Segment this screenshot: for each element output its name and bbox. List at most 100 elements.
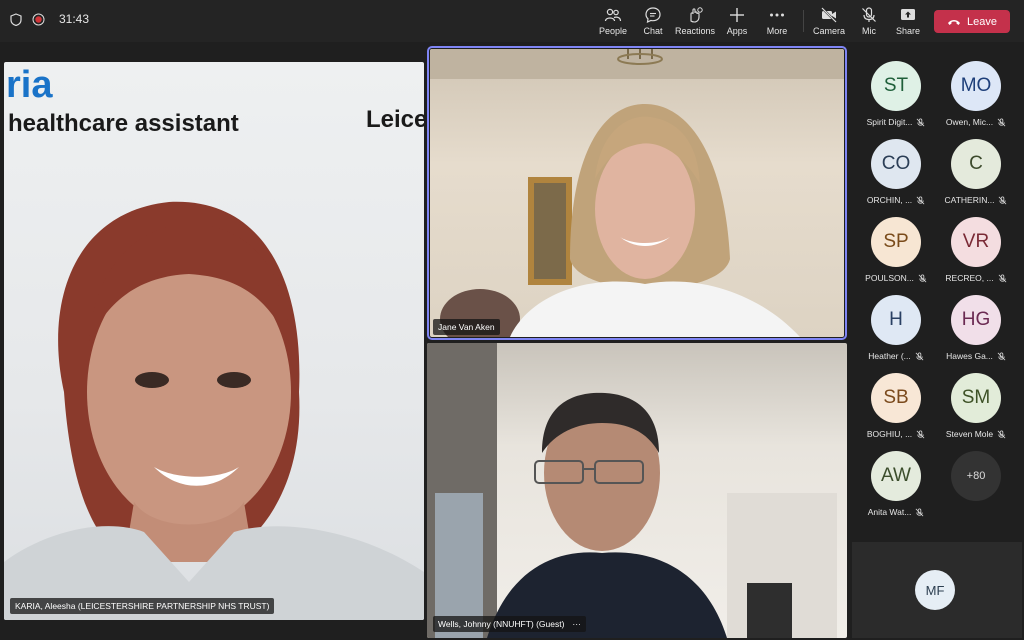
share-button[interactable]: Share	[886, 6, 930, 36]
avatar: C	[951, 139, 1001, 189]
participant-label-row: CATHERIN...	[945, 195, 1008, 205]
more-button[interactable]: More	[755, 6, 799, 36]
chat-button[interactable]: Chat	[631, 6, 675, 36]
participant-avatar-tile[interactable]: VR RECREO, ...	[936, 217, 1016, 283]
more-dots-icon	[770, 13, 784, 17]
participant-label-row: Owen, Mic...	[946, 117, 1006, 127]
participant-name: Hawes Ga...	[946, 351, 993, 361]
people-button[interactable]: People	[591, 6, 635, 36]
mic-off-icon	[997, 429, 1006, 438]
meeting-toolbar: 31:43 People Chat Reactions Apps More Ca…	[0, 0, 1024, 42]
self-avatar: MF	[915, 570, 955, 610]
participant-avatar-tile[interactable]: AW Anita Wat...	[856, 451, 936, 517]
participant-video	[4, 201, 424, 620]
participant-video	[430, 49, 844, 337]
participant-name-tag: KARIA, Aleesha (LEICESTERSHIRE PARTNERSH…	[10, 598, 275, 614]
people-label: People	[598, 26, 628, 36]
participant-name: Heather (...	[868, 351, 911, 361]
participant-name: Owen, Mic...	[945, 117, 994, 127]
participant-label-row: Spirit Digit...	[867, 117, 926, 127]
avatar: HG	[951, 295, 1001, 345]
meeting-status: 31:43	[10, 12, 89, 26]
participant-name-tag: Wells, Johnny (NNUHFT) (Guest) ···	[433, 616, 586, 632]
participant-name: CATHERIN...	[944, 195, 995, 205]
more-label: More	[766, 26, 788, 36]
avatar: CO	[871, 139, 921, 189]
avatar: H	[871, 295, 921, 345]
participant-label-row: Hawes Ga...	[946, 351, 1006, 361]
tile-more-options[interactable]: ···	[572, 619, 581, 629]
leave-button[interactable]: Leave	[934, 10, 1010, 33]
mic-off-icon	[998, 273, 1006, 282]
video-tile-karia[interactable]: ria healthcare assistant Leice KARIA, Al…	[4, 62, 424, 620]
chat-icon	[645, 7, 661, 24]
participant-avatar-tile[interactable]: SM Steven Mole	[936, 373, 1016, 439]
reactions-button[interactable]: Reactions	[673, 6, 717, 36]
participant-avatar-tile[interactable]: HG Hawes Ga...	[936, 295, 1016, 361]
video-tile-jane-van-aken[interactable]: Jane Van Aken	[427, 46, 847, 340]
participant-name: Steven Mole	[945, 429, 994, 439]
chat-label: Chat	[643, 26, 663, 36]
participant-name: ORCHIN, ...	[866, 195, 913, 205]
participant-name: RECREO, ...	[945, 273, 994, 283]
mic-off-icon	[918, 273, 927, 282]
shield-icon	[10, 12, 22, 26]
participant-label-row: Anita Wat...	[868, 507, 925, 517]
participant-name: BOGHIU, ...	[866, 429, 913, 439]
participant-avatar-tile[interactable]: SB BOGHIU, ...	[856, 373, 936, 439]
participant-name: KARIA, Aleesha (LEICESTERSHIRE PARTNERSH…	[15, 601, 270, 611]
avatar: AW	[871, 451, 921, 501]
camera-off-icon	[821, 7, 837, 23]
participant-avatar-tile[interactable]: ST Spirit Digit...	[856, 61, 936, 127]
participant-label-row: RECREO, ...	[945, 273, 1006, 283]
video-tile-johnny-wells[interactable]: Wells, Johnny (NNUHFT) (Guest) ···	[427, 343, 847, 638]
avatar: SB	[871, 373, 921, 423]
hang-up-icon	[948, 19, 960, 25]
mic-off-icon	[915, 507, 924, 516]
avatar: ST	[871, 61, 921, 111]
avatar: SM	[951, 373, 1001, 423]
overflow-count: +80	[951, 451, 1001, 501]
reactions-label: Reactions	[674, 26, 716, 36]
mic-off-icon	[999, 195, 1007, 204]
participant-avatar-tile[interactable]: CO ORCHIN, ...	[856, 139, 936, 205]
participant-name: Jane Van Aken	[438, 322, 495, 332]
apps-button[interactable]: Apps	[715, 6, 759, 36]
participant-video	[427, 343, 837, 638]
participant-name-tag: Jane Van Aken	[433, 319, 500, 335]
people-icon	[604, 8, 622, 22]
plus-icon	[730, 8, 744, 22]
mic-off-icon	[862, 7, 876, 22]
recording-icon	[32, 13, 45, 25]
participant-label-row: ORCHIN, ...	[867, 195, 925, 205]
participant-label-row: Steven Mole	[946, 429, 1006, 439]
mic-label: Mic	[862, 26, 876, 36]
share-icon	[901, 9, 915, 20]
reactions-icon	[690, 7, 703, 23]
camera-label: Camera	[812, 26, 845, 36]
avatar: VR	[951, 217, 1001, 267]
share-label: Share	[895, 26, 921, 36]
overflow-participants-button[interactable]: +80	[936, 451, 1016, 501]
participant-name: Wells, Johnny (NNUHFT) (Guest)	[438, 619, 565, 629]
participant-avatar-tile[interactable]: C CATHERIN...	[936, 139, 1016, 205]
participant-avatar-tile[interactable]: MO Owen, Mic...	[936, 61, 1016, 127]
mic-off-icon	[997, 117, 1006, 126]
participant-label-row: POULSON...	[865, 273, 927, 283]
mic-off-icon	[916, 195, 925, 204]
participant-gallery: ST Spirit Digit... MO Owen, Mic... CO ORCHIN,…	[852, 45, 1022, 537]
mic-button[interactable]: Mic	[847, 6, 891, 36]
avatar: MO	[951, 61, 1001, 111]
apps-label: Apps	[726, 26, 748, 36]
mic-off-icon	[997, 351, 1006, 360]
participant-avatar-tile[interactable]: SP POULSON...	[856, 217, 936, 283]
participant-avatar-tile[interactable]: H Heather (...	[856, 295, 936, 361]
participant-name: POULSON...	[865, 273, 914, 283]
participant-name: Spirit Digit...	[866, 117, 913, 127]
camera-button[interactable]: Camera	[807, 6, 851, 36]
self-view-tile[interactable]: MF	[852, 542, 1022, 638]
participant-label-row: Heather (...	[868, 351, 924, 361]
mic-off-icon	[917, 117, 925, 126]
leave-label: Leave	[967, 15, 997, 28]
participant-name: Anita Wat...	[867, 507, 912, 517]
